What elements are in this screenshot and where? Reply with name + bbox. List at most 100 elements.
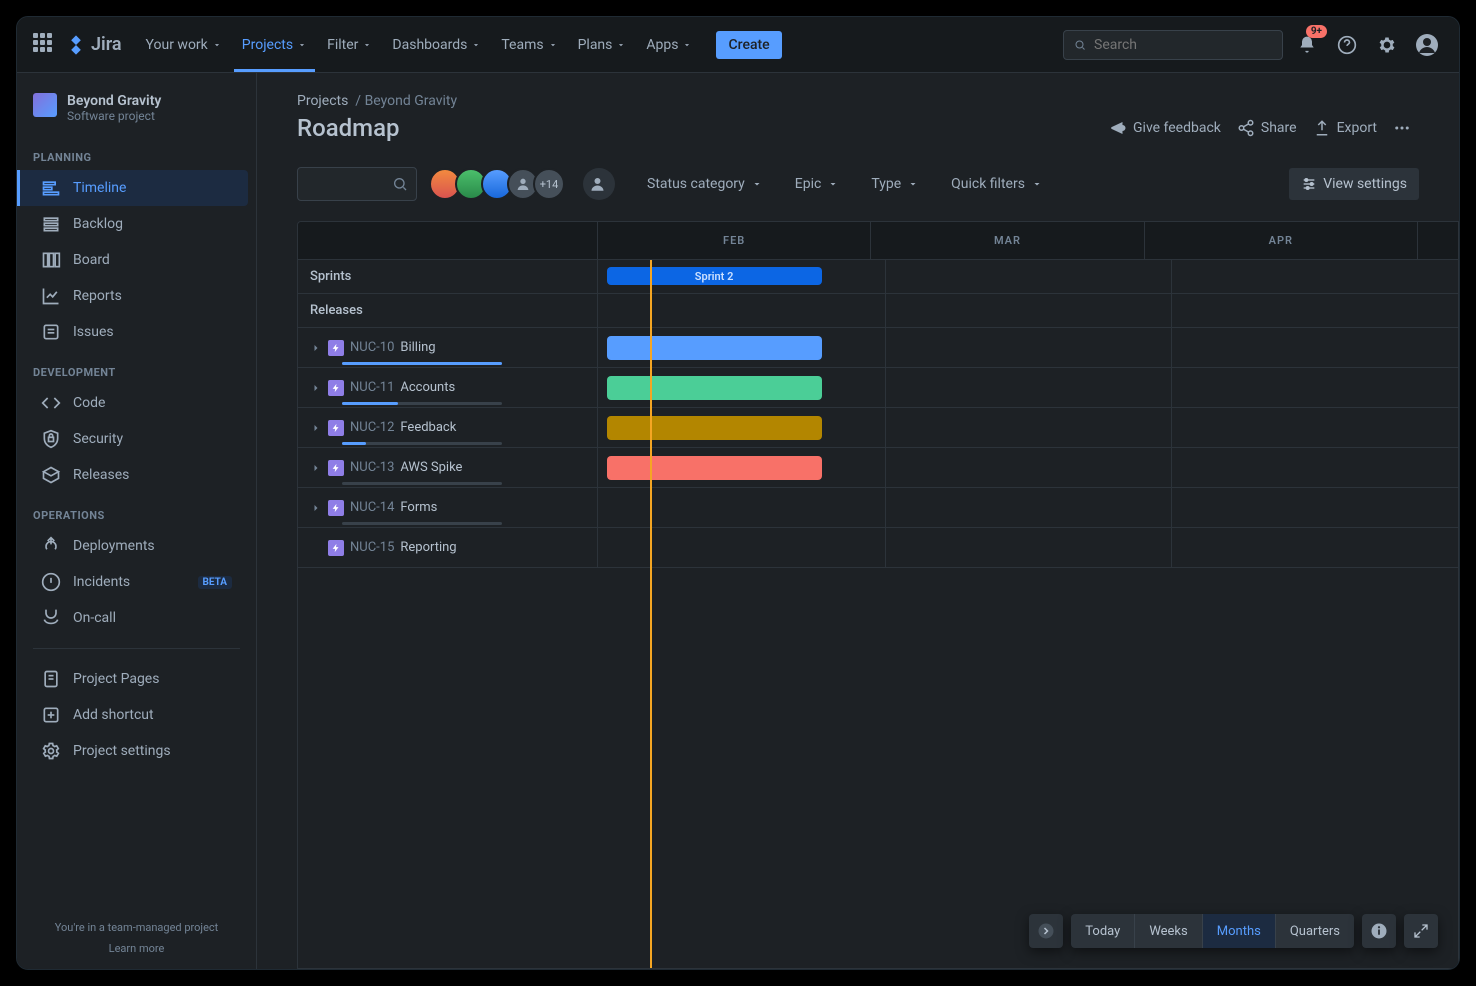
security-icon (41, 429, 61, 449)
reports-icon (41, 286, 61, 306)
epic-bar[interactable] (607, 336, 822, 360)
chevron-down-icon (548, 40, 558, 50)
chevron-right-icon[interactable] (310, 382, 322, 394)
info-button[interactable] (1362, 914, 1396, 948)
releases-icon (41, 465, 61, 485)
sidebar-item-code[interactable]: Code (25, 385, 248, 421)
profile-button[interactable] (1411, 29, 1443, 61)
nav-plans[interactable]: Plans (570, 18, 635, 72)
epic-icon (328, 420, 344, 436)
search-input[interactable] (1094, 37, 1272, 53)
sidebar-item-incidents[interactable]: IncidentsBETA (25, 564, 248, 600)
sidebar-item-releases[interactable]: Releases (25, 457, 248, 493)
beta-badge: BETA (198, 576, 233, 589)
scroll-next-button[interactable] (1029, 914, 1063, 948)
chevron-down-icon (827, 178, 839, 190)
epic-bar[interactable] (607, 416, 822, 440)
scale-months[interactable]: Months (1203, 914, 1276, 948)
project-name: Beyond Gravity (67, 93, 161, 109)
chevron-down-icon (907, 178, 919, 190)
feedback-button[interactable]: Give feedback (1101, 113, 1229, 143)
person-icon (515, 176, 531, 192)
nav-projects[interactable]: Projects (234, 18, 315, 72)
sidebar-item-timeline[interactable]: Timeline (17, 170, 248, 206)
scale-quarters[interactable]: Quarters (1276, 914, 1354, 948)
chevron-right-icon[interactable] (310, 422, 322, 434)
sidebar-item-issues[interactable]: Issues (25, 314, 248, 350)
share-icon (1237, 119, 1255, 137)
project-header[interactable]: Beyond Gravity Software project (17, 73, 256, 135)
fullscreen-button[interactable] (1404, 914, 1438, 948)
toolbar: +14 Status category Epic Type Quick filters… (257, 159, 1459, 221)
sidebar-item-board[interactable]: Board (25, 242, 248, 278)
sidebar-item-deployments[interactable]: Deployments (25, 528, 248, 564)
section-operations: OPERATIONS (17, 493, 256, 528)
sidebar-item-project-pages[interactable]: Project Pages (25, 661, 248, 697)
footer-link[interactable]: Learn more (17, 940, 256, 957)
epic-row[interactable]: NUC-11Accounts (298, 368, 1458, 408)
avatar-more[interactable]: +14 (533, 168, 565, 200)
nav-your-work[interactable]: Your work (138, 18, 230, 72)
scale-weeks[interactable]: Weeks (1135, 914, 1202, 948)
chevron-down-icon (471, 40, 481, 50)
filter-type[interactable]: Type (863, 170, 927, 198)
sidebar-item-security[interactable]: Security (25, 421, 248, 457)
add-people-button[interactable] (583, 168, 615, 200)
roadmap-search[interactable] (297, 167, 417, 201)
sidebar-item-reports[interactable]: Reports (25, 278, 248, 314)
nav-filter[interactable]: Filter (319, 18, 380, 72)
code-icon (41, 393, 61, 413)
epic-row[interactable]: NUC-12Feedback (298, 408, 1458, 448)
global-search[interactable] (1063, 30, 1283, 60)
settings-button[interactable] (1371, 29, 1403, 61)
search-icon (392, 176, 408, 192)
jira-logo[interactable]: Jira (65, 34, 122, 56)
sidebar-item-backlog[interactable]: Backlog (25, 206, 248, 242)
issues-icon (41, 322, 61, 342)
sidebar-item-project-settings[interactable]: Project settings (25, 733, 248, 769)
today-marker (650, 260, 652, 968)
epic-row[interactable]: NUC-10Billing (298, 328, 1458, 368)
breadcrumb-root[interactable]: Projects (297, 93, 348, 109)
nav-apps[interactable]: Apps (638, 18, 700, 72)
chevron-right-icon[interactable] (310, 342, 322, 354)
help-button[interactable] (1331, 29, 1363, 61)
backlog-icon (41, 214, 61, 234)
notifications-button[interactable]: 9+ (1291, 29, 1323, 61)
epic-row[interactable]: NUC-15Reporting (298, 528, 1458, 568)
more-button[interactable] (1385, 113, 1419, 143)
view-settings-button[interactable]: View settings (1289, 168, 1419, 200)
month-MAR: MAR (871, 222, 1144, 259)
sprint-bar[interactable]: Sprint 2 (607, 267, 822, 285)
epic-bar[interactable] (607, 376, 822, 400)
epic-title: Billing (400, 340, 435, 355)
divider (33, 648, 240, 649)
epic-row[interactable]: NUC-13AWS Spike (298, 448, 1458, 488)
export-button[interactable]: Export (1305, 113, 1385, 143)
project-type: Software project (67, 109, 161, 123)
nav-dashboards[interactable]: Dashboards (384, 18, 489, 72)
chevron-right-icon[interactable] (310, 502, 322, 514)
epic-progress (342, 482, 502, 485)
chevron-right-icon[interactable] (310, 462, 322, 474)
chevron-down-icon (616, 40, 626, 50)
filter-epic[interactable]: Epic (787, 170, 848, 198)
filter-quick-filters[interactable]: Quick filters (943, 170, 1051, 198)
epic-row[interactable]: NUC-14Forms (298, 488, 1458, 528)
nav-teams[interactable]: Teams (493, 18, 565, 72)
epic-title: Feedback (400, 420, 456, 435)
chevron-right-circle-icon (1037, 922, 1055, 940)
share-button[interactable]: Share (1229, 113, 1305, 143)
create-button[interactable]: Create (716, 31, 781, 59)
sidebar-item-add-shortcut[interactable]: Add shortcut (25, 697, 248, 733)
timeline-body[interactable]: Sprints Sprint 2 Releases NUC-10BillingN… (298, 260, 1458, 968)
epic-bar[interactable] (607, 456, 822, 480)
app-switcher-icon[interactable] (33, 33, 57, 57)
timeline-icon (41, 178, 61, 198)
sidebar-item-on-call[interactable]: On-call (25, 600, 248, 636)
today-button[interactable]: Today (1071, 914, 1135, 948)
timeline-controls: Today WeeksMonthsQuarters (1029, 914, 1438, 948)
scale-group: Today WeeksMonthsQuarters (1071, 914, 1354, 948)
filter-status-category[interactable]: Status category (639, 170, 771, 198)
assignee-avatars[interactable]: +14 (429, 168, 565, 200)
